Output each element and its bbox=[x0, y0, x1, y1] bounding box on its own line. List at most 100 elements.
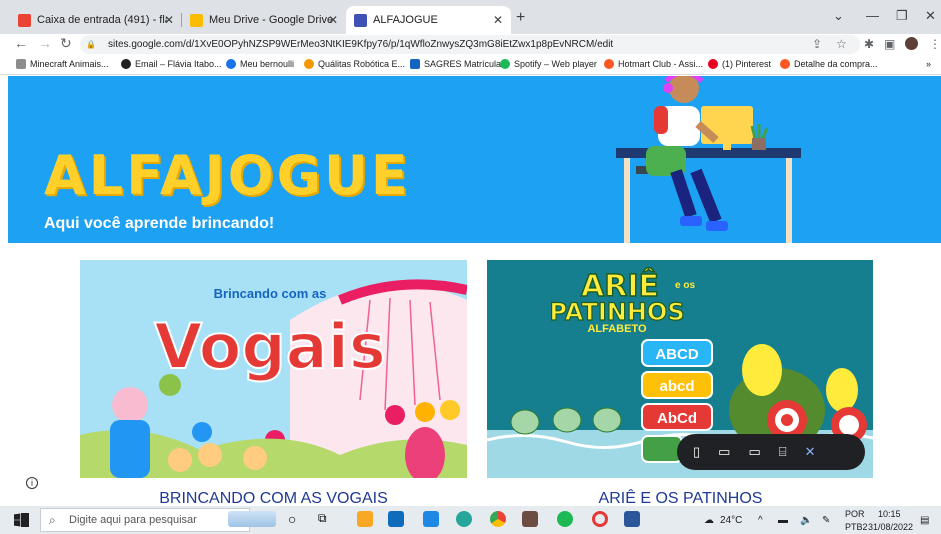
browser-toolbar: ← → ↻ 🔒 sites.google.com/d/1XvE0OPyhNZSP… bbox=[0, 34, 941, 55]
browser-tab-bar: Caixa de entrada (491) - flaviaita ✕ Meu… bbox=[0, 0, 941, 34]
restore-button[interactable]: ❐ bbox=[896, 8, 908, 24]
mail-icon[interactable] bbox=[388, 511, 404, 527]
notifications-icon[interactable]: ▤ bbox=[920, 515, 929, 526]
close-preview-icon[interactable]: ✕ bbox=[805, 444, 816, 460]
letter-button-abcd-upper: ABCD bbox=[655, 346, 698, 363]
file-explorer-icon[interactable] bbox=[357, 511, 373, 527]
bookmark-item[interactable]: Quálitas Robótica E... bbox=[304, 59, 405, 69]
tab-search-icon[interactable]: ⌄ bbox=[833, 8, 844, 24]
close-tab-icon[interactable]: ✕ bbox=[164, 13, 174, 27]
clock-time[interactable]: 10:15 bbox=[878, 509, 901, 519]
close-window-button[interactable]: ✕ bbox=[925, 8, 936, 24]
bookmark-item[interactable]: (1) Pinterest bbox=[708, 59, 771, 69]
bookmark-item[interactable]: Detalhe da compra... bbox=[780, 59, 878, 69]
new-tab-button[interactable]: + bbox=[516, 9, 525, 27]
comment-icon[interactable]: ⌸ bbox=[779, 444, 787, 460]
kid-at-computer-illustration bbox=[616, 76, 801, 243]
arie-subtitle: ALFABETO bbox=[587, 323, 647, 335]
google-sites-icon bbox=[354, 13, 367, 27]
tab-label: ALFAJOGUE bbox=[373, 14, 438, 26]
windows-start-icon-right[interactable] bbox=[21, 513, 29, 527]
email-icon bbox=[121, 59, 131, 69]
hotmart-icon bbox=[604, 59, 614, 69]
bookmark-item[interactable]: Hotmart Club - Assi... bbox=[604, 59, 703, 69]
profile-avatar[interactable] bbox=[905, 37, 918, 50]
arie-title-small: e os bbox=[675, 280, 695, 291]
info-icon[interactable]: i bbox=[26, 477, 38, 489]
bookmark-label: Meu bernoulli bbox=[240, 59, 295, 69]
vogais-illustration: Brincando com as Vogais bbox=[80, 260, 467, 478]
chrome-icon[interactable] bbox=[490, 511, 506, 527]
word-icon[interactable] bbox=[624, 511, 640, 527]
lock-icon: 🔒 bbox=[86, 40, 96, 49]
vogais-image-top-text: Brincando com as bbox=[214, 286, 327, 301]
card-caption-arie[interactable]: ARIÊ E OS PATINHOS bbox=[487, 490, 874, 506]
page-content: ALFAJOGUE Aqui você aprende brincando! B… bbox=[0, 76, 941, 506]
back-button[interactable]: ← bbox=[14, 35, 28, 51]
bernoulli-icon bbox=[226, 59, 236, 69]
city-weather-widget-icon[interactable] bbox=[228, 511, 276, 527]
keyboard-layout[interactable]: PTB2 bbox=[845, 522, 868, 532]
bookmark-label: SAGRES Matrícula bbox=[424, 59, 502, 69]
url-text: sites.google.com/d/1XvE0OPyhNZSP9WErMeo3… bbox=[108, 39, 614, 50]
side-panel-icon[interactable]: ▣ bbox=[884, 37, 895, 51]
menu-kebab-icon[interactable]: ⋮ bbox=[929, 37, 941, 51]
arie-title-line2: PATINHOS bbox=[549, 298, 684, 326]
spotify-taskbar-icon[interactable] bbox=[557, 511, 573, 527]
forward-button[interactable]: → bbox=[38, 35, 52, 51]
clock-date[interactable]: 31/08/2022 bbox=[868, 522, 913, 532]
close-tab-icon[interactable]: ✕ bbox=[493, 13, 503, 27]
tab-drive[interactable]: Meu Drive - Google Drive ✕ bbox=[182, 6, 346, 34]
tab-alfajogue[interactable]: ALFAJOGUE ✕ bbox=[346, 6, 511, 34]
bookmark-item[interactable]: Minecraft Animais... bbox=[16, 59, 109, 69]
sagres-icon bbox=[410, 59, 420, 69]
bookmark-label: Detalhe da compra... bbox=[794, 59, 878, 69]
bookmark-label: Email – Flávia Itabo... bbox=[135, 59, 222, 69]
opera-icon[interactable] bbox=[592, 511, 608, 527]
hero-banner: ALFAJOGUE Aqui você aprende brincando! bbox=[8, 76, 941, 243]
bookmark-item[interactable]: SAGRES Matrícula bbox=[410, 59, 501, 69]
close-tab-icon[interactable]: ✕ bbox=[328, 13, 338, 27]
pinterest-icon bbox=[708, 59, 718, 69]
bookmark-item[interactable]: Meu bernoulli bbox=[226, 59, 294, 69]
cortana-icon[interactable]: ○ bbox=[288, 511, 304, 527]
tab-label: Caixa de entrada (491) - flaviaita bbox=[37, 14, 167, 26]
store-icon[interactable] bbox=[423, 511, 439, 527]
minecraft-icon[interactable] bbox=[522, 511, 538, 527]
qualitas-icon bbox=[304, 59, 314, 69]
taskbar-search-input[interactable]: ⌕ Digite aqui para pesquisar bbox=[40, 508, 250, 532]
bookmark-label: Hotmart Club - Assi... bbox=[618, 59, 704, 69]
gmail-icon bbox=[18, 13, 31, 27]
tab-gmail[interactable]: Caixa de entrada (491) - flaviaita ✕ bbox=[10, 6, 182, 34]
card-vogais-image[interactable]: Brincando com as Vogais bbox=[80, 260, 467, 478]
more-bookmarks-icon[interactable]: » bbox=[926, 59, 931, 69]
volume-icon[interactable]: 🔈 bbox=[800, 515, 812, 526]
google-drive-icon bbox=[190, 13, 203, 27]
site-title: ALFAJOGUE bbox=[44, 144, 411, 207]
card-caption-vogais[interactable]: BRINCANDO COM AS VOGAIS bbox=[80, 490, 467, 506]
windows-taskbar: ⌕ Digite aqui para pesquisar ○ ⧉ ☁ 24°C … bbox=[0, 506, 941, 534]
pen-icon[interactable]: ✎ bbox=[822, 515, 830, 526]
input-language[interactable]: POR bbox=[845, 509, 865, 519]
minimize-button[interactable]: — bbox=[866, 8, 879, 23]
bookmark-star-icon[interactable]: ☆ bbox=[836, 37, 847, 51]
task-view-icon[interactable]: ⧉ bbox=[318, 511, 334, 527]
extensions-icon[interactable]: ✱ bbox=[864, 37, 874, 51]
show-hidden-icons[interactable]: ^ bbox=[758, 515, 763, 526]
reload-button[interactable]: ↻ bbox=[60, 35, 72, 52]
weather-cloud-icon[interactable]: ☁ bbox=[704, 515, 714, 526]
bookmark-label: (1) Pinterest bbox=[722, 59, 772, 69]
bookmark-item[interactable]: Spotify – Web player bbox=[500, 59, 597, 69]
tab-label: Meu Drive - Google Drive bbox=[209, 14, 334, 26]
bookmark-item[interactable]: Email – Flávia Itabo... bbox=[121, 59, 222, 69]
address-bar[interactable]: 🔒 sites.google.com/d/1XvE0OPyhNZSP9WErMe… bbox=[80, 35, 860, 54]
desktop-view-icon[interactable]: ▭ bbox=[748, 444, 760, 460]
phone-view-icon[interactable]: ▯ bbox=[693, 444, 700, 460]
tablet-view-icon[interactable]: ▭ bbox=[718, 444, 730, 460]
edge-icon[interactable] bbox=[456, 511, 472, 527]
network-icon[interactable]: ▬ bbox=[778, 515, 788, 526]
bookmark-label: Minecraft Animais... bbox=[30, 59, 109, 69]
share-icon[interactable]: ⇪ bbox=[812, 37, 822, 51]
bookmark-label: Spotify – Web player bbox=[514, 59, 597, 69]
temperature: 24°C bbox=[720, 515, 743, 526]
